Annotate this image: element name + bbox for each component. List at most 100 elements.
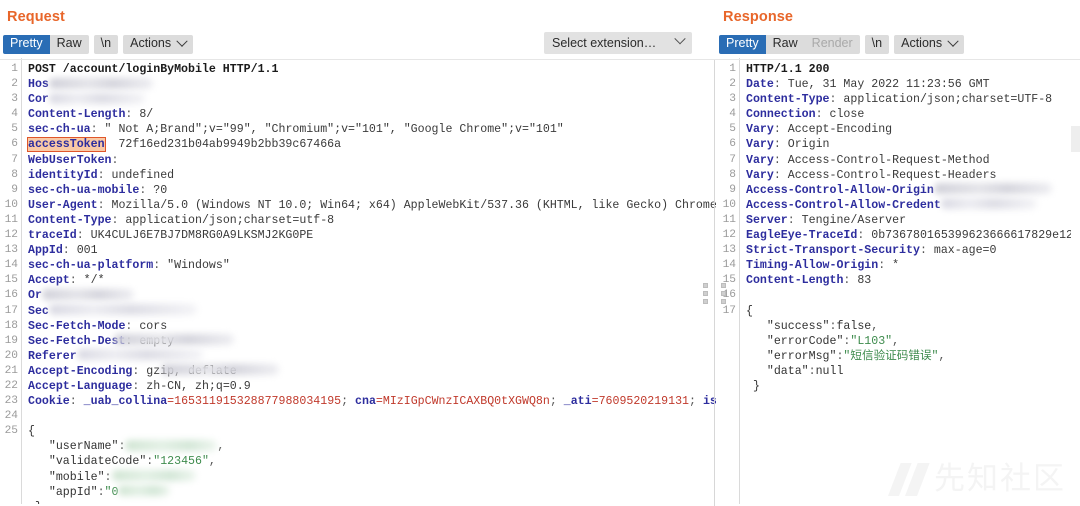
line-number [716,379,739,394]
response-scrollbar-thumb[interactable] [1071,126,1080,152]
response-view-tabs: Pretty Raw Render [719,35,860,54]
redacted-value [49,93,145,104]
line-number [716,334,739,349]
code-line: Vary: Origin [746,137,1080,152]
chevron-down-icon [176,35,187,46]
line-number: 23 [0,394,21,409]
code-line: } [28,500,716,504]
redacted-value [161,364,279,375]
redacted-value [118,485,170,496]
code-line: Cor [28,92,716,107]
line-number: 6 [716,137,739,152]
code-line: Sec-Fetch-Mode: cors [28,319,716,334]
code-line: Vary: Access-Control-Request-Headers [746,168,1080,183]
code-line: AppId: 001 [28,243,716,258]
request-lines[interactable]: POST /account/loginByMobile HTTP/1.1HosC… [22,58,716,504]
code-line: Sec-Fetch-Dest: empty [28,334,716,349]
line-number: 6 [0,137,21,152]
request-drag-handle[interactable] [703,283,708,304]
redacted-value [934,183,1052,194]
tab-request-newline[interactable]: \n [94,35,118,54]
line-number: 3 [716,92,739,107]
code-line: Access-Control-Allow-Credent [746,198,1080,213]
code-line: HTTP/1.1 200 [746,62,1080,77]
code-line: "success":false, [746,319,1080,334]
code-line: Referer [28,349,716,364]
line-number: 24 [0,409,21,424]
response-actions-label: Actions [901,37,942,50]
response-drag-handle[interactable] [721,283,726,304]
code-line: "userName":, [28,439,716,454]
line-number: 22 [0,379,21,394]
line-number: 11 [716,213,739,228]
line-number: 8 [716,168,739,183]
line-number: 2 [0,77,21,92]
tab-request-raw[interactable]: Raw [50,35,89,54]
line-number: 16 [0,288,21,303]
line-number: 14 [716,258,739,273]
request-actions-button[interactable]: Actions [123,35,193,54]
code-line: Vary: Access-Control-Request-Method [746,153,1080,168]
code-line: } [746,379,1080,394]
response-code-area[interactable]: 1234567891011121314151617 HTTP/1.1 200Da… [716,58,1080,504]
redacted-value [125,440,217,451]
tab-response-pretty[interactable]: Pretty [719,35,766,54]
chevron-down-icon [674,33,685,44]
response-line-numbers: 1234567891011121314151617 [716,58,740,504]
burp-message-editor: Request Pretty Raw \n Actions Select ext… [0,0,1080,506]
request-code-area[interactable]: 1234567891011121314151617181920212223242… [0,58,716,504]
line-number [0,439,21,454]
line-number: 17 [716,304,739,319]
line-number: 1 [0,62,21,77]
response-actions-button[interactable]: Actions [894,35,964,54]
code-line: sec-ch-ua: " Not A;Brand";v="99", "Chrom… [28,122,716,137]
line-number: 7 [0,153,21,168]
line-number: 10 [0,198,21,213]
line-number: 2 [716,77,739,92]
request-panel: Request Pretty Raw \n Actions Select ext… [0,0,716,506]
tab-request-pretty[interactable]: Pretty [3,35,50,54]
code-line: Connection: close [746,107,1080,122]
redacted-value [49,304,197,315]
code-line: "errorCode":"L103", [746,334,1080,349]
code-line: User-Agent: Mozilla/5.0 (Windows NT 10.0… [28,198,716,213]
select-extension-dropdown[interactable]: Select extension… [544,32,692,54]
line-number: 4 [716,107,739,122]
line-number: 10 [716,198,739,213]
response-lines[interactable]: HTTP/1.1 200Date: Tue, 31 May 2022 11:23… [740,58,1080,504]
redacted-value [114,334,234,345]
tab-response-newline[interactable]: \n [865,35,889,54]
response-scrollbar[interactable] [1071,60,1080,506]
code-line: Accept: */* [28,273,716,288]
line-number: 15 [716,273,739,288]
response-title: Response [716,0,1080,30]
line-number: 16 [716,288,739,303]
code-line: sec-ch-ua-platform: "Windows" [28,258,716,273]
code-line: "mobile": [28,470,716,485]
tab-response-raw[interactable]: Raw [766,35,805,54]
redacted-value [77,349,203,360]
request-toolbar: Pretty Raw \n Actions Select extension… [0,30,716,58]
code-line: { [746,304,1080,319]
tab-response-render: Render [805,35,860,54]
request-actions-label: Actions [130,37,171,50]
line-number: 1 [716,62,739,77]
line-number: 11 [0,213,21,228]
line-number: 14 [0,258,21,273]
code-line: Or [28,288,716,303]
redacted-value [49,78,153,89]
line-number [716,319,739,334]
line-number: 9 [716,183,739,198]
code-line [28,409,716,424]
code-line [746,288,1080,303]
request-view-tabs: Pretty Raw [3,35,89,54]
code-line: Content-Length: 83 [746,273,1080,288]
code-line: Hos [28,77,716,92]
line-number [716,349,739,364]
line-number [0,470,21,485]
line-number: 5 [716,122,739,137]
line-number: 17 [0,304,21,319]
line-number: 15 [0,273,21,288]
line-number: 19 [0,334,21,349]
line-number: 25 [0,424,21,439]
